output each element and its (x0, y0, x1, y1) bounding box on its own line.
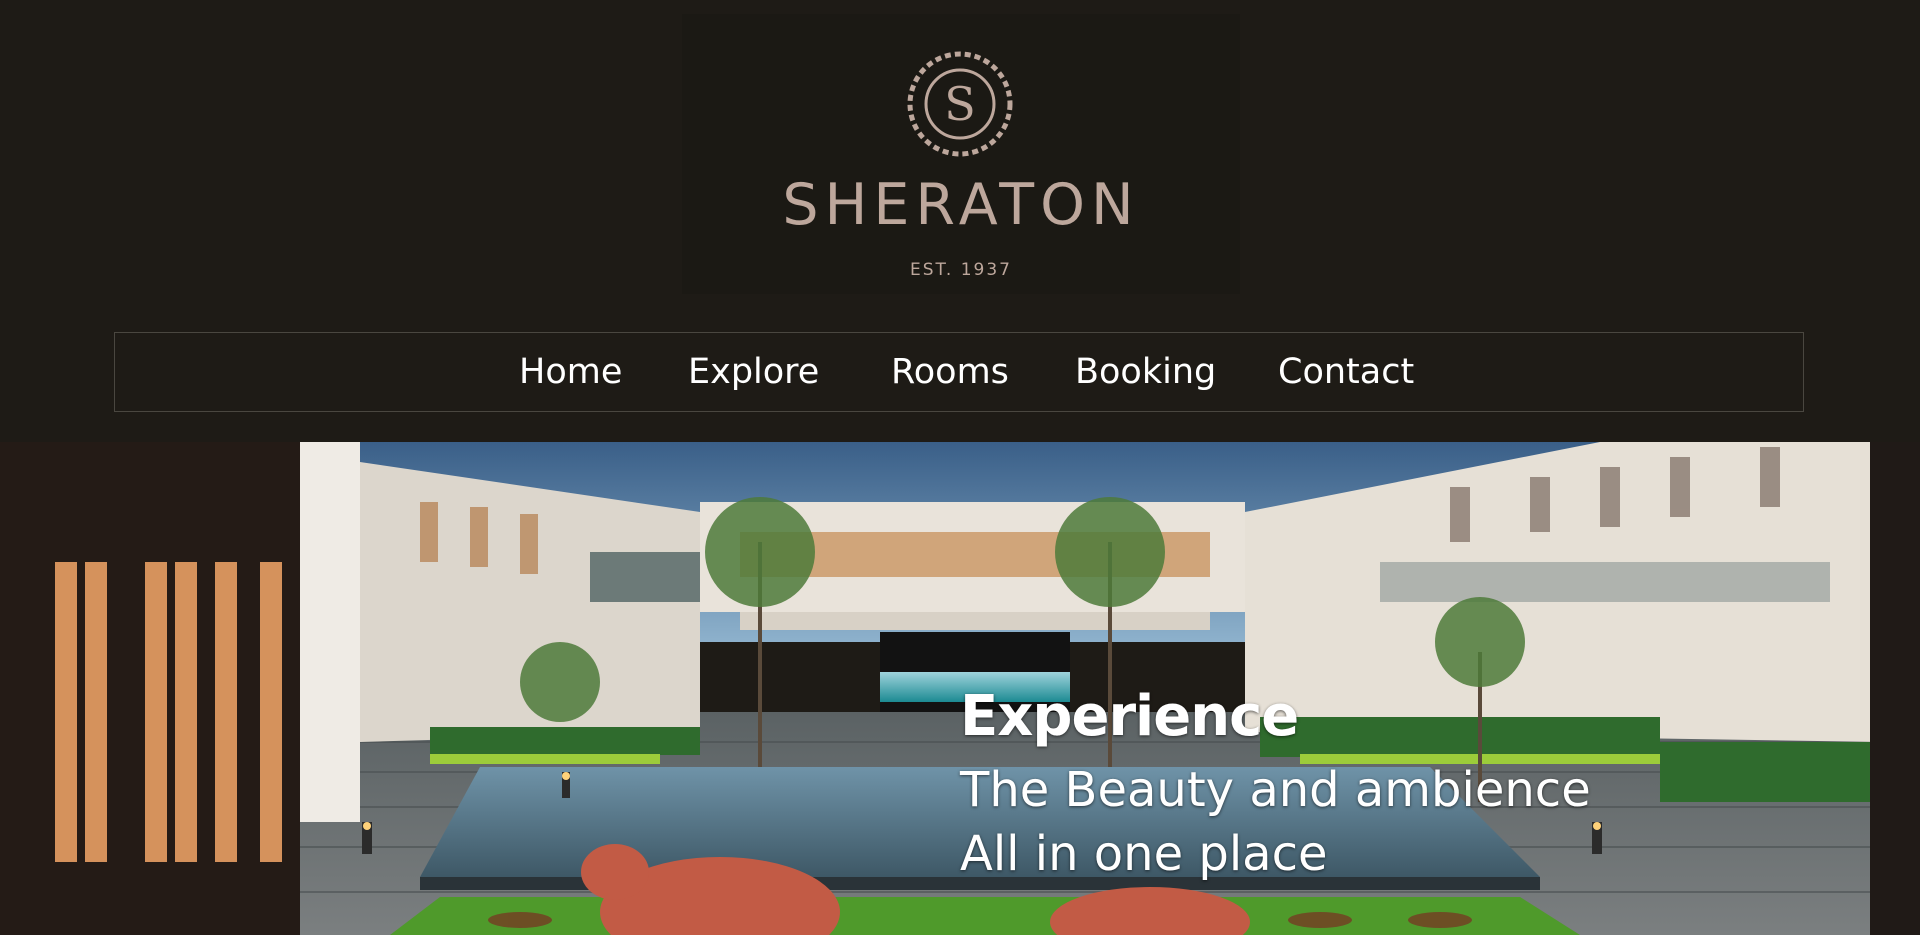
nav-rooms[interactable]: Rooms (891, 350, 1009, 394)
nav-home[interactable]: Home (519, 350, 622, 394)
brand-established: EST. 1937 (910, 260, 1012, 280)
nav-explore[interactable]: Explore (688, 350, 819, 394)
brand-name: SHERATON (782, 172, 1140, 238)
site-header: S SHERATON EST. 1937 Home Explore Rooms … (0, 0, 1920, 442)
emblem-letter: S (944, 77, 976, 131)
hero-subtitle-line-1: The Beauty and ambience (960, 762, 1591, 818)
hero-subtitle-line-2: All in one place (960, 826, 1328, 882)
main-navigation: Home Explore Rooms Booking Contact (114, 332, 1804, 412)
sheraton-emblem-icon: S (907, 51, 1013, 157)
nav-booking[interactable]: Booking (1075, 350, 1216, 394)
hero-title: Experience (960, 684, 1299, 749)
nav-contact[interactable]: Contact (1278, 350, 1414, 394)
hero-banner: Experience The Beauty and ambience All i… (0, 442, 1920, 935)
brand-logo[interactable]: S SHERATON EST. 1937 (682, 14, 1240, 294)
